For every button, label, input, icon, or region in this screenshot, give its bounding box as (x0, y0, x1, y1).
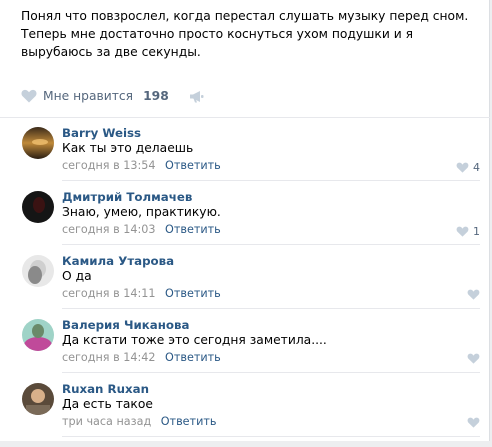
heart-icon[interactable] (467, 289, 480, 300)
comment-like[interactable] (467, 289, 480, 300)
divider (62, 180, 480, 181)
like-button[interactable]: Мне нравится (43, 89, 133, 103)
comment-text: Да есть такое (62, 397, 153, 411)
comment-like[interactable]: 1 (456, 225, 480, 238)
avatar[interactable] (22, 191, 54, 223)
comment-time[interactable]: три часа назад (62, 415, 151, 428)
comment-item: Ruxan Ruxan Да есть такое три часа назад… (0, 382, 490, 447)
megaphone-icon[interactable] (189, 90, 204, 103)
comment-meta: сегодня в 13:54 Ответить (62, 159, 221, 172)
heart-icon[interactable] (456, 162, 469, 173)
avatar[interactable] (22, 255, 54, 287)
reply-link[interactable]: Ответить (165, 159, 221, 172)
comment-author[interactable]: Barry Weiss (62, 126, 141, 140)
comment-text: Знаю, умею, практикую. (62, 205, 221, 219)
divider (62, 436, 480, 437)
reply-link[interactable]: Ответить (165, 287, 221, 300)
post-actions: Мне нравится 198 (21, 86, 204, 106)
comment-author[interactable]: Камила Утарова (62, 254, 174, 268)
comment-like[interactable] (467, 417, 480, 428)
comment-author[interactable]: Ruxan Ruxan (62, 382, 149, 396)
avatar[interactable] (22, 383, 54, 415)
reply-link[interactable]: Ответить (161, 415, 217, 428)
reply-link[interactable]: Ответить (165, 223, 221, 236)
comment-time[interactable]: сегодня в 14:42 (62, 351, 155, 364)
divider (62, 372, 480, 373)
comment-item: Валерия Чиканова Да кстати тоже это сего… (0, 318, 490, 383)
divider (0, 117, 490, 118)
comment-author[interactable]: Валерия Чиканова (62, 318, 189, 332)
divider (62, 308, 480, 309)
reply-link[interactable]: Ответить (165, 351, 221, 364)
comment-meta: три часа назад Ответить (62, 415, 216, 428)
comment-meta: сегодня в 14:11 Ответить (62, 287, 221, 300)
comment-time[interactable]: сегодня в 14:03 (62, 223, 155, 236)
avatar[interactable] (22, 127, 54, 159)
avatar[interactable] (22, 319, 54, 351)
divider (62, 244, 480, 245)
comment-like-count: 1 (473, 225, 480, 238)
post-card: Понял что повзрослел, когда перестал слу… (0, 0, 490, 441)
comment-meta: сегодня в 14:42 Ответить (62, 351, 221, 364)
comment-item: Дмитрий Толмачев Знаю, умею, практикую. … (0, 190, 490, 255)
heart-icon[interactable] (456, 226, 469, 237)
comment-text: О да (62, 269, 92, 283)
like-heart-icon[interactable] (21, 89, 37, 103)
comment-meta: сегодня в 14:03 Ответить (62, 223, 221, 236)
comment-like-count: 4 (473, 161, 480, 174)
heart-icon[interactable] (467, 417, 480, 428)
comment-author[interactable]: Дмитрий Толмачев (62, 190, 192, 204)
comment-time[interactable]: сегодня в 13:54 (62, 159, 155, 172)
comment-text: Да кстати тоже это сегодня заметила.... (62, 333, 327, 347)
comment-like[interactable]: 4 (456, 161, 480, 174)
comment-item: Камила Утарова О да сегодня в 14:11 Отве… (0, 254, 490, 319)
comment-like[interactable] (467, 353, 480, 364)
comment-item: Barry Weiss Как ты это делаешь сегодня в… (0, 126, 490, 191)
comment-text: Как ты это делаешь (62, 141, 194, 155)
like-count: 198 (143, 89, 169, 103)
comment-time[interactable]: сегодня в 14:11 (62, 287, 155, 300)
post-text: Понял что повзрослел, когда перестал слу… (21, 9, 469, 59)
heart-icon[interactable] (467, 353, 480, 364)
